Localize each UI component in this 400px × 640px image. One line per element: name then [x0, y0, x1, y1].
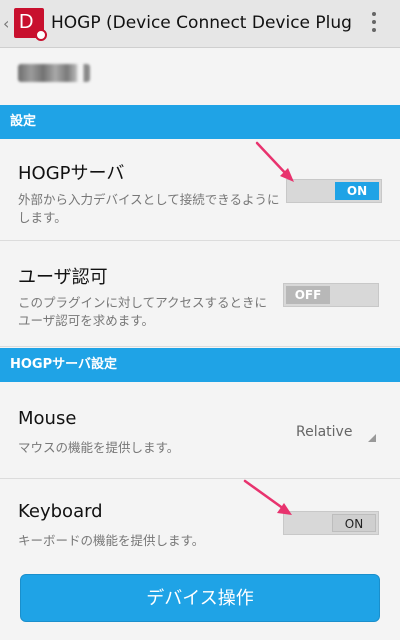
- mouse-mode-select[interactable]: Relative: [296, 424, 352, 440]
- hogp-server-description: 外部から入力デバイスとして接続できるようにします。: [18, 192, 280, 225]
- back-chevron-icon[interactable]: ‹: [3, 14, 9, 33]
- keyboard-description: キーボードの機能を提供します。: [18, 533, 205, 548]
- user-auth-row[interactable]: ユーザ認可 このプラグインに対してアクセスするときにユーザ認可を求めます。 OF…: [0, 241, 400, 347]
- settings-section-header: 設定: [0, 105, 400, 139]
- page-title: HOGP (Device Connect Device Plug-: [51, 13, 351, 33]
- dropdown-caret-icon: [368, 434, 376, 442]
- server-settings-section-header: HOGPサーバ設定: [0, 348, 400, 382]
- annotation-arrow-icon: [255, 141, 294, 182]
- hogp-server-toggle-label: ON: [335, 182, 379, 200]
- annotation-arrow-icon: [243, 479, 292, 515]
- device-operation-button[interactable]: デバイス操作: [20, 574, 380, 622]
- keyboard-toggle-label: ON: [332, 514, 376, 532]
- device-name-row: [0, 48, 400, 103]
- hogp-server-row[interactable]: HOGPサーバ 外部から入力デバイスとして接続できるようにします。 ON: [0, 139, 400, 241]
- user-auth-title: ユーザ認可: [18, 267, 108, 288]
- app-bar: ‹ D HOGP (Device Connect Device Plug-: [0, 0, 400, 48]
- user-auth-description: このプラグインに対してアクセスするときにユーザ認可を求めます。: [18, 295, 268, 328]
- user-auth-toggle-label: OFF: [286, 286, 330, 304]
- hogp-server-toggle[interactable]: ON: [286, 179, 382, 203]
- mouse-title: Mouse: [18, 408, 77, 429]
- user-auth-toggle[interactable]: OFF: [283, 283, 379, 307]
- app-logo-badge: [35, 29, 47, 41]
- blurred-device-name: [18, 64, 90, 82]
- mouse-description: マウスの機能を提供します。: [18, 440, 180, 455]
- keyboard-toggle[interactable]: ON: [283, 511, 379, 535]
- hogp-server-title: HOGPサーバ: [18, 163, 125, 184]
- app-logo-letter: D: [19, 11, 34, 33]
- mouse-row[interactable]: Mouse マウスの機能を提供します。 Relative: [0, 382, 400, 479]
- app-logo-icon[interactable]: D: [14, 8, 47, 41]
- overflow-menu-icon[interactable]: [372, 12, 376, 34]
- keyboard-title: Keyboard: [18, 501, 103, 522]
- keyboard-row[interactable]: Keyboard キーボードの機能を提供します。 ON: [0, 479, 400, 567]
